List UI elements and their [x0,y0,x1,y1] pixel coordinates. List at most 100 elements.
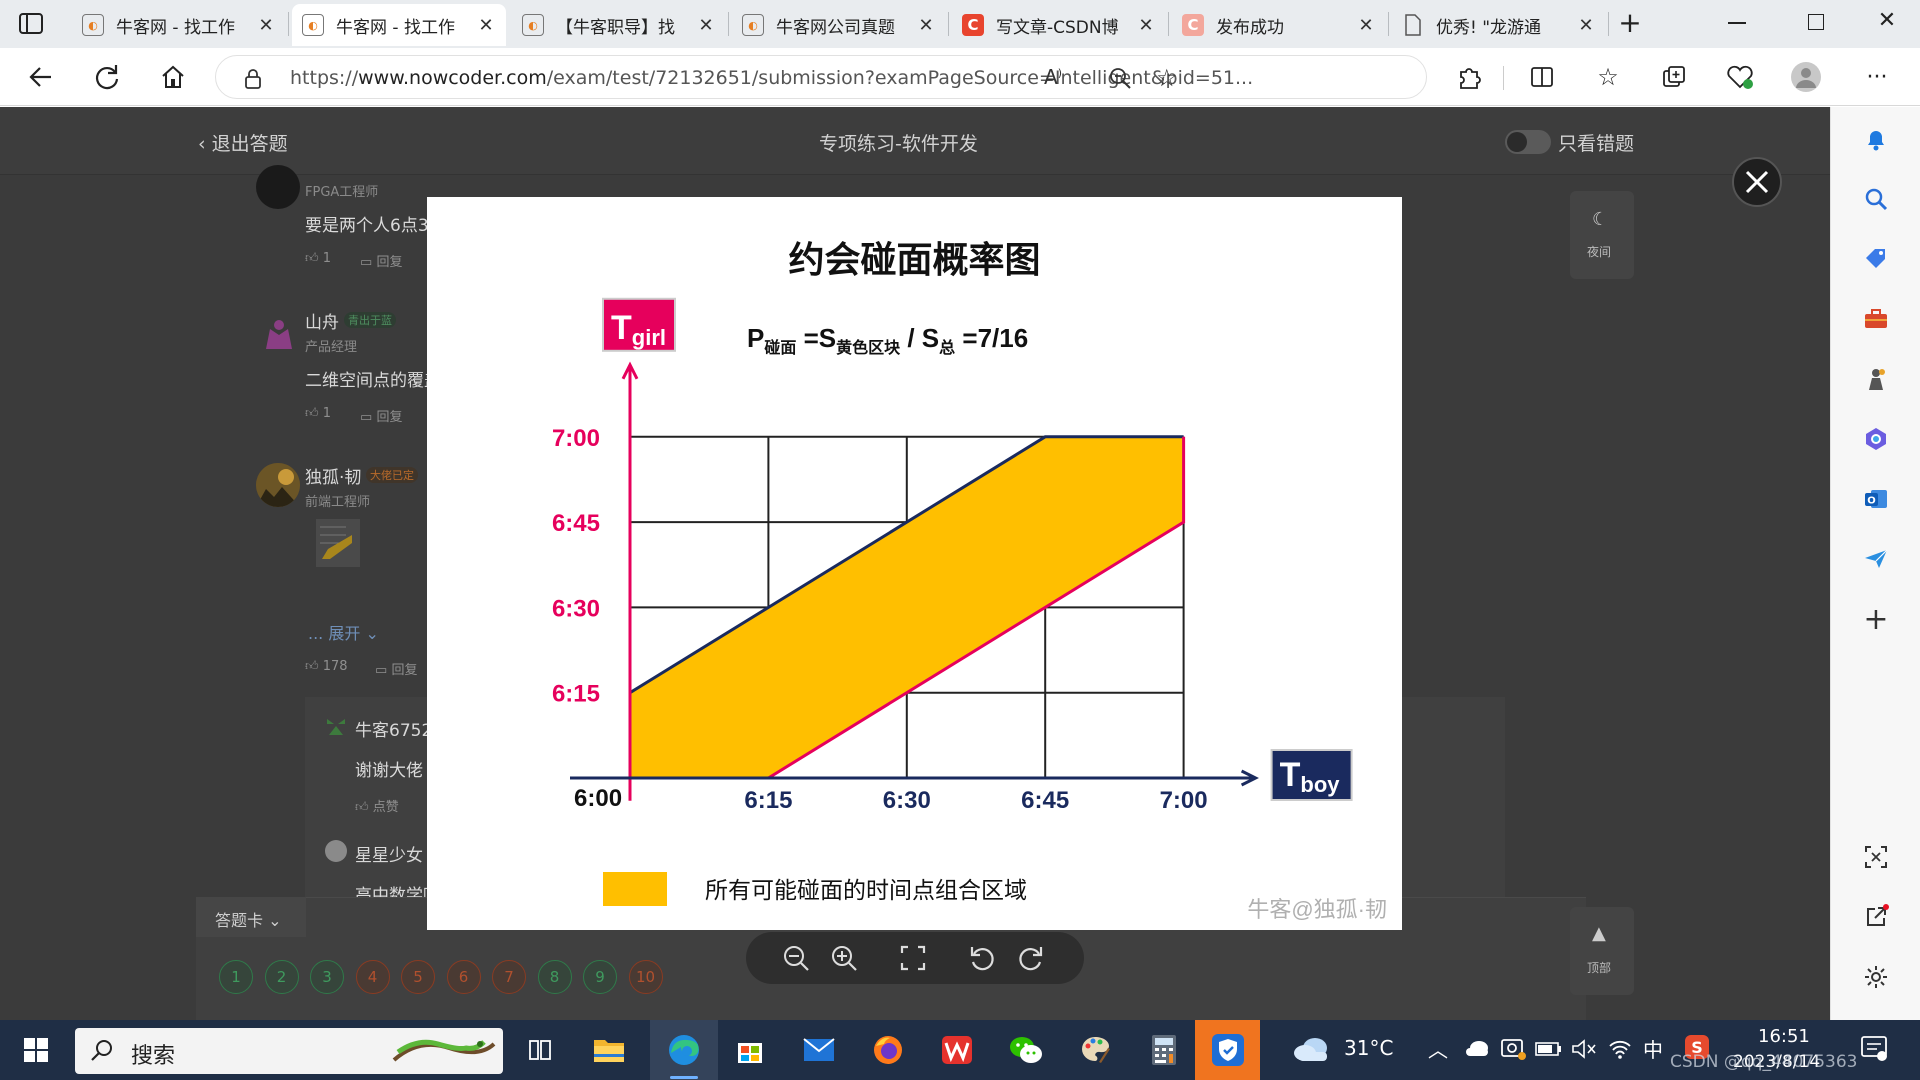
browser-essentials-icon[interactable] [1721,58,1759,96]
question-number-4[interactable]: 4 [355,960,390,994]
tab-actions-icon[interactable] [18,12,44,36]
zoom-in-button[interactable] [830,944,858,972]
avatar[interactable] [325,715,347,737]
close-tab-icon[interactable]: ✕ [1136,15,1156,36]
send-icon[interactable] [1856,539,1896,579]
windows-start-icon[interactable] [14,1028,58,1072]
reply-author[interactable]: 星星少女 [355,841,423,866]
settings-gear-icon[interactable] [1856,957,1896,997]
notification-center-icon[interactable] [1860,1034,1888,1066]
read-aloud-icon[interactable]: A) [1044,65,1062,89]
copilot-icon[interactable] [1856,419,1896,459]
profile-avatar[interactable] [1787,58,1825,96]
address-bar[interactable]: https://www.nowcoder.com/exam/test/72132… [215,55,1427,99]
commenter-name[interactable]: 独孤·韧 [305,463,361,488]
comment-image-thumbnail[interactable] [316,519,360,567]
rotate-left-button[interactable] [968,944,996,972]
tools-icon[interactable] [1856,299,1896,339]
taskbar-search-box[interactable]: 搜索 [75,1028,503,1074]
tab-6[interactable]: C 发布成功 ✕ [1172,4,1386,46]
onedrive-cloud-icon[interactable] [1463,1038,1491,1062]
question-number-10[interactable]: 10 [628,960,663,994]
tab-4[interactable]: ◐ 牛客网公司真题 ✕ [732,4,946,46]
reply-button[interactable]: ▭ 回复 [360,251,402,270]
close-preview-button[interactable] [1732,157,1782,207]
zoom-icon[interactable] [1108,66,1132,94]
new-tab-button[interactable]: + [1616,9,1644,38]
question-number-7[interactable]: 7 [492,960,526,994]
add-icon[interactable]: + [1856,599,1896,639]
question-number-1[interactable]: 1 [219,960,253,994]
chevron-up-icon[interactable]: ︿ [1428,1034,1448,1063]
firefox-icon[interactable] [866,1028,910,1072]
question-number-3[interactable]: 3 [310,960,344,994]
close-tab-icon[interactable]: ✕ [476,15,496,36]
restore-button[interactable] [1808,14,1824,30]
avatar[interactable] [262,317,296,351]
close-tab-icon[interactable]: ✕ [256,15,276,36]
task-view-icon[interactable] [518,1028,562,1072]
games-icon[interactable] [1856,359,1896,399]
favorite-star-icon[interactable]: ☆ [1156,64,1178,92]
question-number-9[interactable]: 9 [583,960,617,994]
wechat-icon[interactable] [1004,1028,1048,1072]
minimize-button[interactable] [1728,22,1746,24]
screenshot-icon[interactable] [1856,837,1896,877]
like-button[interactable]: 👍︎ 178 [305,659,348,674]
back-button[interactable] [22,58,60,96]
expand-link[interactable]: ... 展开 ⌄ [308,620,379,644]
split-screen-icon[interactable] [1523,58,1561,96]
search-icon[interactable] [1856,179,1896,219]
calculator-icon[interactable] [1142,1028,1186,1072]
close-window-button[interactable]: ✕ [1874,8,1900,34]
open-external-icon[interactable] [1856,897,1896,937]
tab-3[interactable]: ◐ 【牛客职导】找 ✕ [512,4,726,46]
weather-temperature[interactable]: 31°C [1344,1036,1393,1060]
volume-muted-icon[interactable] [1571,1038,1597,1064]
input-method-indicator[interactable]: 中 [1643,1034,1663,1063]
weather-cloud-icon[interactable] [1293,1036,1331,1066]
close-tab-icon[interactable]: ✕ [1576,15,1596,36]
reply-author[interactable]: 牛客6752 [355,716,432,741]
shopping-tag-icon[interactable] [1856,239,1896,279]
question-number-6[interactable]: 6 [446,960,481,994]
close-tab-icon[interactable]: ✕ [916,15,936,36]
avatar[interactable] [325,840,347,862]
battery-icon[interactable] [1535,1040,1563,1062]
close-tab-icon[interactable]: ✕ [1356,15,1376,36]
wrong-only-toggle[interactable] [1505,130,1551,154]
commenter-name[interactable]: 山舟 [305,308,339,333]
avatar[interactable] [256,463,300,507]
night-mode-button[interactable]: ☾ 夜间 [1570,191,1634,279]
outlook-icon[interactable]: O [1856,479,1896,519]
edge-browser-icon[interactable] [662,1028,706,1072]
question-number-8[interactable]: 8 [537,960,572,994]
lock-icon[interactable] [244,68,262,94]
exit-quiz-link[interactable]: ‹ 退出答题 [198,129,288,156]
wifi-icon[interactable] [1607,1036,1633,1064]
like-button[interactable]: 👍︎ 1 [305,251,331,266]
fit-screen-button[interactable] [899,944,927,972]
home-button[interactable] [154,58,192,96]
refresh-button[interactable] [88,58,126,96]
microsoft-store-icon[interactable] [728,1028,772,1072]
collections-icon[interactable] [1655,58,1693,96]
close-tab-icon[interactable]: ✕ [696,15,716,36]
tab-1[interactable]: ◐ 牛客网 - 找工作 ✕ [72,4,286,46]
capture-tray-icon[interactable] [1500,1036,1526,1066]
rotate-right-button[interactable] [1017,944,1045,972]
zoom-out-button[interactable] [782,944,810,972]
back-to-top-button[interactable]: ▲ 顶部 [1570,907,1634,995]
mail-icon[interactable] [797,1028,841,1072]
wps-office-icon[interactable] [935,1028,979,1072]
reply-button[interactable]: ▭ 回复 [375,659,417,678]
paint-icon[interactable] [1073,1028,1117,1072]
answer-card-toggle[interactable]: 答题卡 ⌄ [215,907,282,931]
tab-7[interactable]: 优秀! "龙游通 ✕ [1392,4,1606,46]
like-button[interactable]: 👍︎ 点赞 [355,796,399,815]
clock-time[interactable]: 16:51 [1758,1026,1810,1047]
question-number-2[interactable]: 2 [264,960,299,994]
tab-2-active[interactable]: ◐ 牛客网 - 找工作 ✕ [292,4,506,46]
file-explorer-icon[interactable] [587,1028,631,1072]
question-number-5[interactable]: 5 [401,960,435,994]
